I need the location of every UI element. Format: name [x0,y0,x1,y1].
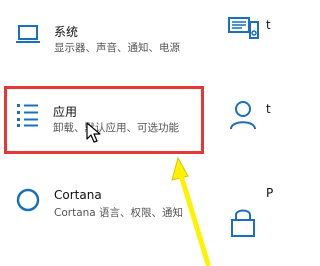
settings-page: 系统 显示器、声音、通知、电源 应用 卸载、默认应用、可选功能 Cortana … [0,0,273,266]
privacy-lock-icon[interactable] [226,206,260,240]
tile-title: Cortana [54,188,102,202]
settings-tile-apps[interactable]: 应用 卸载、默认应用、可选功能 [4,86,204,154]
right-tile-title-partial: P [266,186,274,200]
laptop-icon [16,25,40,43]
tile-subtitle: 显示器、声音、通知、电源 [54,42,180,54]
apps-list-icon [17,104,38,127]
cortana-circle-icon [16,188,40,212]
tile-title: 系统 [54,25,79,39]
devices-icon[interactable] [226,14,260,48]
mouse-cursor-icon [86,122,101,143]
accounts-icon[interactable] [226,98,260,132]
right-tile-title-partial: t [266,102,271,116]
right-tile-title-partial: t [266,18,271,32]
settings-tile-system[interactable]: 系统 显示器、声音、通知、电源 [6,6,206,72]
tile-title: 应用 [53,105,78,119]
tile-subtitle: 卸载、默认应用、可选功能 [53,122,179,134]
annotation-arrow-icon [171,156,211,266]
tile-subtitle: Cortana 语言、权限、通知 [54,207,184,219]
